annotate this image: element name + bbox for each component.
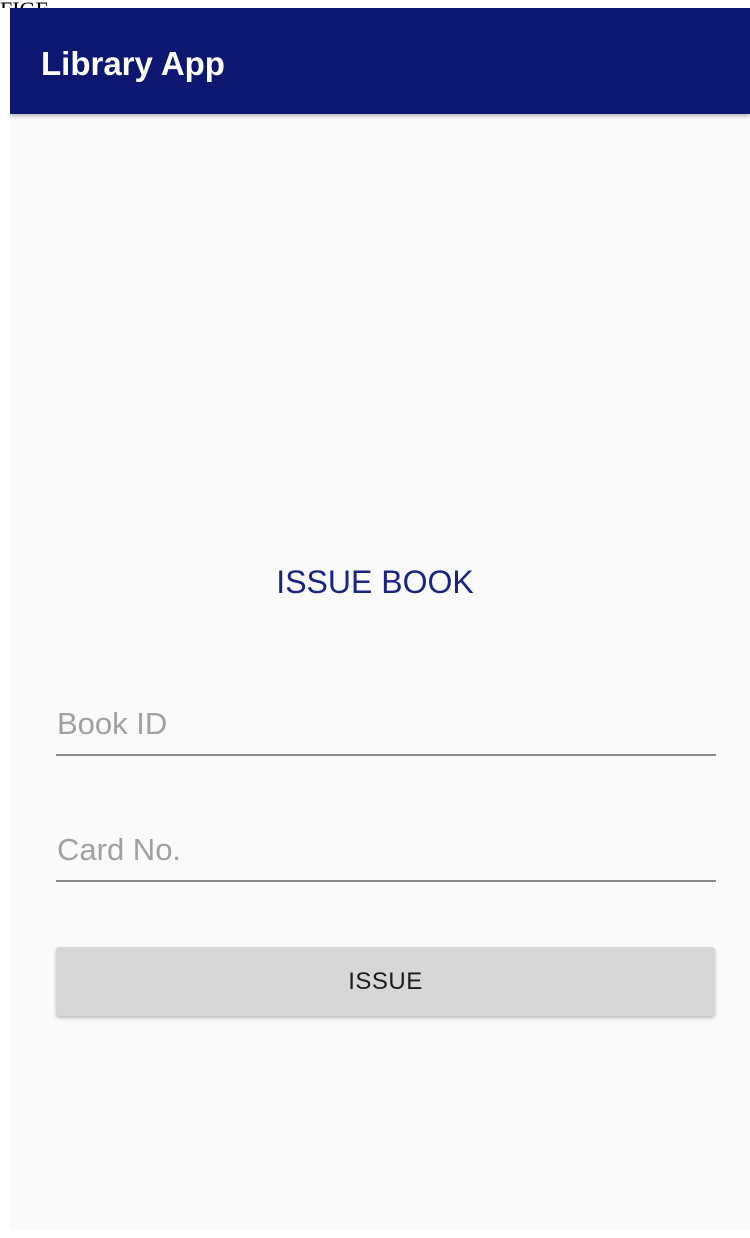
app-bar: Library App: [10, 8, 750, 114]
app-screen: Library App ISSUE BOOK ISSUE: [10, 8, 750, 1230]
card-no-input[interactable]: [56, 820, 716, 882]
issue-book-heading: ISSUE BOOK: [276, 564, 474, 600]
book-id-input[interactable]: [56, 694, 716, 756]
corner-label: FIGE: [0, 0, 49, 8]
issue-button[interactable]: ISSUE: [56, 947, 715, 1016]
app-title: Library App: [41, 45, 225, 82]
